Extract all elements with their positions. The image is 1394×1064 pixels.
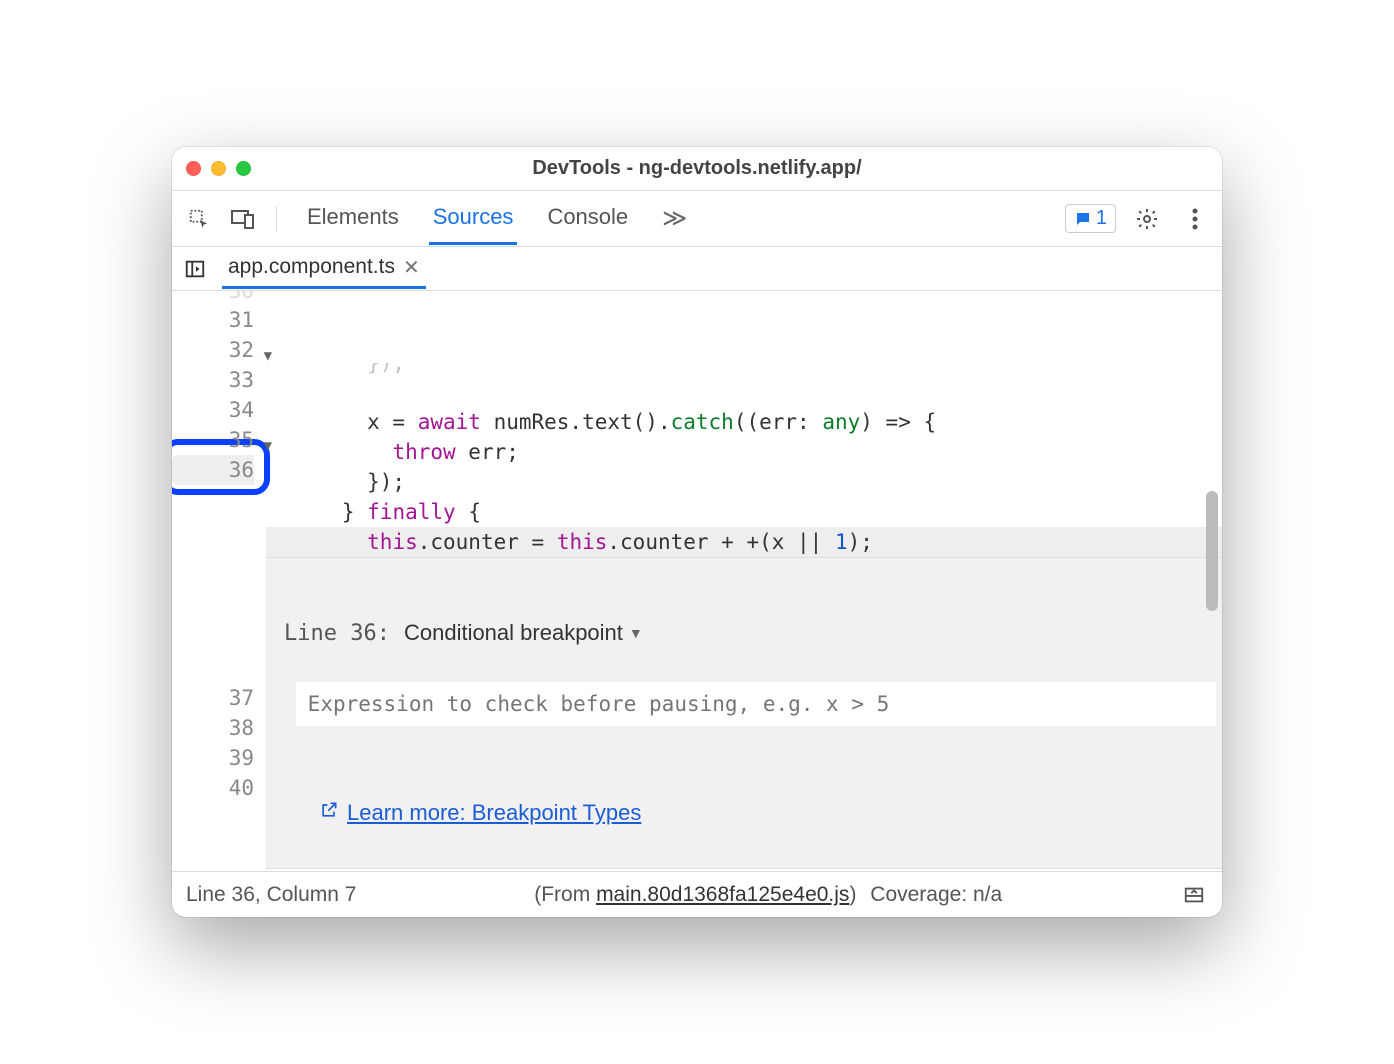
tab-sources[interactable]: Sources [429, 192, 518, 245]
code-line[interactable]: } finally { [266, 497, 1222, 527]
line-number[interactable]: 32 [172, 335, 254, 365]
source-map-info: (From main.80d1368fa125e4e0.js) Coverage… [356, 883, 1180, 907]
traffic-lights [186, 161, 251, 176]
line-gutter[interactable]: 30313233343536 37383940 [172, 291, 266, 871]
line-number[interactable]: 30 [172, 291, 254, 305]
settings-icon[interactable] [1130, 202, 1164, 236]
code-line[interactable] [266, 377, 1222, 407]
code-area[interactable]: }); x = await numRes.text().catch((err: … [266, 291, 1222, 871]
line-number[interactable]: 36 [172, 455, 254, 485]
line-number[interactable]: 33 [172, 365, 254, 395]
external-link-icon [284, 776, 339, 850]
more-tabs-button[interactable]: ≫ [658, 192, 691, 245]
inspect-element-icon[interactable] [182, 202, 216, 236]
code-line[interactable]: }); [266, 467, 1222, 497]
scrollbar-thumb[interactable] [1206, 491, 1218, 611]
line-number[interactable]: 39 [172, 743, 254, 773]
status-bar: Line 36, Column 7 (From main.80d1368fa12… [172, 871, 1222, 917]
tab-console[interactable]: Console [543, 192, 632, 245]
toolbar-right: 1 [1065, 202, 1212, 236]
tab-elements[interactable]: Elements [303, 192, 403, 245]
code-line[interactable]: x = await numRes.text().catch((err: any)… [266, 407, 1222, 437]
more-menu-icon[interactable] [1178, 202, 1212, 236]
window-title: DevTools - ng-devtools.netlify.app/ [172, 157, 1222, 180]
line-number[interactable]: 31 [172, 305, 254, 335]
source-map-link[interactable]: main.80d1368fa125e4e0.js [596, 883, 849, 906]
code-line[interactable]: // console.trace('incremented'); [266, 869, 1222, 871]
main-toolbar: Elements Sources Console ≫ 1 [172, 191, 1222, 247]
maximize-window-button[interactable] [236, 161, 251, 176]
panel-tabs: Elements Sources Console ≫ [293, 192, 1055, 245]
navigator-toggle-icon[interactable] [182, 256, 208, 282]
breakpoint-editor-panel: Line 36: Conditional breakpoint ▼ Learn … [266, 557, 1222, 869]
titlebar: DevTools - ng-devtools.netlify.app/ [172, 147, 1222, 191]
minimize-window-button[interactable] [211, 161, 226, 176]
code-line[interactable]: throw err; [266, 437, 1222, 467]
line-number[interactable]: 38 [172, 713, 254, 743]
code-line[interactable]: }); [266, 363, 1222, 377]
drawer-toggle-icon[interactable] [1180, 881, 1208, 909]
learn-more-link[interactable]: Learn more: Breakpoint Types [347, 800, 641, 826]
breakpoint-condition-input[interactable] [296, 682, 1216, 726]
line-number[interactable]: 34 [172, 395, 254, 425]
devtools-window: DevTools - ng-devtools.netlify.app/ Elem… [172, 147, 1222, 917]
file-tab-active[interactable]: app.component.ts ✕ [222, 249, 426, 289]
cursor-position: Line 36, Column 7 [186, 883, 356, 907]
close-tab-icon[interactable]: ✕ [403, 255, 420, 280]
code-editor[interactable]: 30313233343536 37383940 }); x = await num… [172, 291, 1222, 871]
messages-badge[interactable]: 1 [1065, 204, 1116, 233]
device-toolbar-icon[interactable] [226, 202, 260, 236]
breakpoint-type-dropdown[interactable]: Conditional breakpoint ▼ [404, 620, 643, 646]
line-number[interactable]: 40 [172, 773, 254, 803]
code-line[interactable]: this.counter = this.counter + +(x || 1); [266, 527, 1222, 557]
messages-count: 1 [1096, 207, 1107, 230]
file-tab-name: app.component.ts [228, 255, 395, 279]
coverage-info: Coverage: n/a [870, 883, 1002, 906]
toolbar-divider [276, 206, 277, 232]
line-number[interactable]: 35 [172, 425, 254, 455]
breakpoint-line-label: Line 36: [284, 621, 390, 646]
close-window-button[interactable] [186, 161, 201, 176]
line-number[interactable]: 37 [172, 683, 254, 713]
file-tabs-bar: app.component.ts ✕ [172, 247, 1222, 291]
